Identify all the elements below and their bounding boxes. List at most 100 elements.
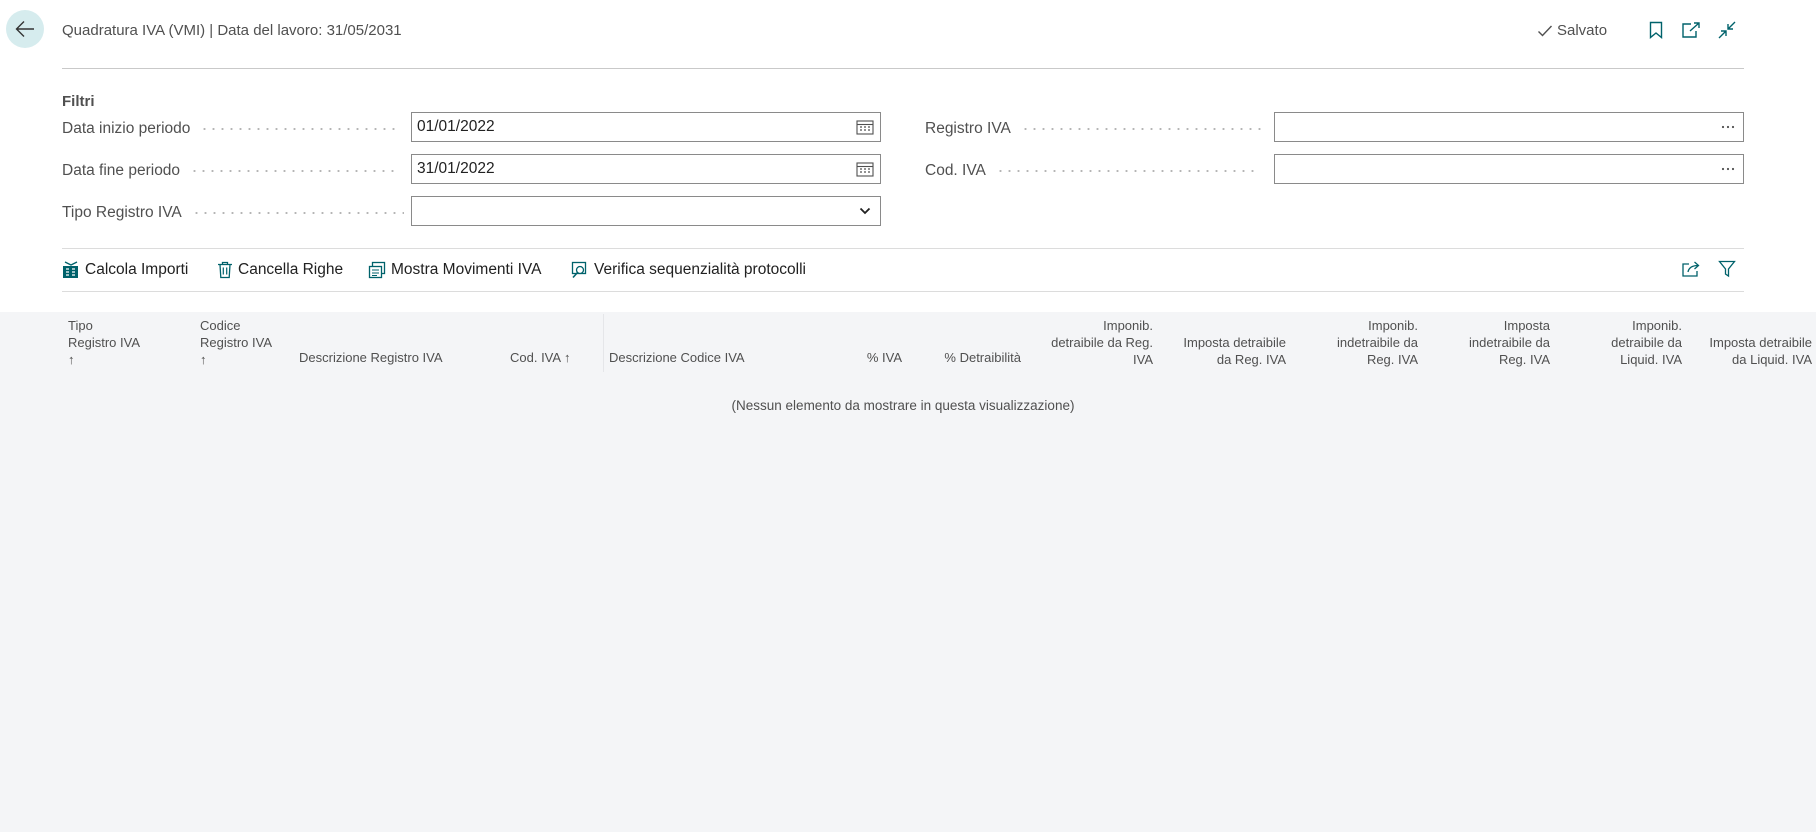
col-imposta-detraibile-liquid-iva[interactable]: Imposta detraibile da Liquid. IVA xyxy=(1690,334,1812,368)
action-bar-top-divider xyxy=(62,248,1744,249)
back-button[interactable] xyxy=(6,10,44,48)
arrow-left-icon xyxy=(15,21,34,37)
calendar-icon xyxy=(856,162,874,177)
tipo-registro-select[interactable] xyxy=(411,196,881,226)
col-perc-iva[interactable]: % IVA xyxy=(840,349,902,366)
leader-dots xyxy=(995,170,1260,172)
col-descrizione-registro-iva[interactable]: Descrizione Registro IVA xyxy=(299,349,443,366)
calendar-icon xyxy=(856,120,874,135)
sort-ascending-icon: ↑ xyxy=(68,352,75,367)
share-button[interactable] xyxy=(1680,258,1702,280)
cod-iva-label-text: Cod. IVA xyxy=(925,162,986,179)
col-imposta-detraibile-reg-iva[interactable]: Imposta detraibile da Reg. IVA xyxy=(1165,334,1286,368)
bookmark-icon xyxy=(1649,21,1663,39)
col-header-line: da Reg. IVA xyxy=(1216,352,1286,367)
data-inizio-label-text: Data inizio periodo xyxy=(62,120,191,137)
leader-dots xyxy=(200,128,396,130)
col-header-line: da Liquid. IVA xyxy=(1732,352,1812,367)
col-header-line: detraibile da Reg. xyxy=(1051,335,1153,350)
mostra-movimenti-iva-button[interactable]: Mostra Movimenti IVA xyxy=(368,258,541,282)
trash-icon xyxy=(218,261,232,279)
list-area xyxy=(0,312,1816,832)
cancella-righe-label: Cancella Righe xyxy=(238,261,344,278)
data-fine-label: Data fine periodo xyxy=(62,162,398,180)
col-header-line: Imponib. xyxy=(1368,318,1418,333)
col-descrizione-codice-iva[interactable]: Descrizione Codice IVA xyxy=(609,349,745,366)
leader-dots xyxy=(191,212,404,214)
share-icon xyxy=(1682,261,1700,277)
filter-button[interactable] xyxy=(1716,258,1738,280)
action-bar-bottom-divider xyxy=(62,291,1744,292)
cod-iva-label: Cod. IVA xyxy=(925,162,1260,180)
col-header-line: Imposta detraibile xyxy=(1183,335,1286,350)
col-imponib-detraibile-liquid-iva[interactable]: Imponib. detraibile da Liquid. IVA xyxy=(1569,317,1682,368)
tipo-registro-label-text: Tipo Registro IVA xyxy=(62,204,182,221)
mostra-movimenti-iva-label: Mostra Movimenti IVA xyxy=(391,261,542,278)
sort-ascending-icon: ↑ xyxy=(200,352,207,367)
checkmark-icon xyxy=(1538,25,1553,37)
data-fine-label-text: Data fine periodo xyxy=(62,162,181,179)
col-cod-iva[interactable]: Cod. IVA ↑ xyxy=(510,349,570,366)
chevron-down-icon xyxy=(859,207,871,215)
registro-iva-label: Registro IVA xyxy=(925,120,1265,138)
header-divider xyxy=(62,68,1744,69)
verifica-sequenzialita-button[interactable]: Verifica sequenzialità protocolli xyxy=(571,258,806,282)
page-title: Quadratura IVA (VMI) | Data del lavoro: … xyxy=(62,22,402,39)
col-perc-detraibilita[interactable]: % Detraibilità xyxy=(918,349,1021,366)
tipo-registro-label: Tipo Registro IVA xyxy=(62,204,404,222)
col-imponib-indetraibile-reg-iva[interactable]: Imponib. indetraibile da Reg. IVA xyxy=(1305,317,1418,368)
col-header-line: indetraibile da xyxy=(1469,335,1550,350)
col-header-line: detraibile da xyxy=(1611,335,1682,350)
data-fine-value: 31/01/2022 xyxy=(417,160,495,177)
data-fine-input[interactable]: 31/01/2022 xyxy=(411,154,881,184)
saved-label: Salvato xyxy=(1557,22,1608,39)
cod-iva-input[interactable] xyxy=(1274,154,1744,184)
verifica-sequenzialita-label: Verifica sequenzialità protocolli xyxy=(594,261,806,278)
collapse-icon xyxy=(1718,21,1736,39)
col-header-line: Descrizione Registro IVA xyxy=(299,350,443,365)
empty-list-message: (Nessun elemento da mostrare in questa v… xyxy=(731,398,1075,413)
col-tipo-registro-iva[interactable]: Tipo Registro IVA ↑ xyxy=(68,317,140,368)
verify-search-icon xyxy=(571,261,587,279)
dropdown-button[interactable] xyxy=(850,197,880,225)
column-separator xyxy=(603,314,604,372)
calculate-icon xyxy=(63,261,78,278)
col-header-line: Registro IVA xyxy=(200,335,273,350)
ellipsis-icon xyxy=(1721,125,1735,129)
data-inizio-label: Data inizio periodo xyxy=(62,120,396,138)
col-header-line: Imposta detraibile xyxy=(1709,335,1812,350)
ellipsis-icon xyxy=(1721,167,1735,171)
col-header-line: Imponib. xyxy=(1632,318,1682,333)
col-header-line: indetraibile da xyxy=(1337,335,1418,350)
data-inizio-input[interactable]: 01/01/2022 xyxy=(411,112,881,142)
col-imponib-detraibile-reg-iva[interactable]: Imponib. detraibile da Reg. IVA xyxy=(1040,317,1153,368)
col-header-line: Descrizione Codice IVA xyxy=(609,350,745,365)
col-header-line: Cod. IVA ↑ xyxy=(510,350,571,365)
col-imposta-indetraibile-reg-iva[interactable]: Imposta indetraibile da Reg. IVA xyxy=(1437,317,1550,368)
lookup-button[interactable] xyxy=(1713,113,1743,141)
show-entries-icon xyxy=(368,261,386,279)
col-header-line: % IVA xyxy=(866,350,902,365)
lookup-button[interactable] xyxy=(1713,155,1743,183)
calendar-button[interactable] xyxy=(850,155,880,183)
data-inizio-value: 01/01/2022 xyxy=(417,118,495,135)
col-header-line: Reg. IVA xyxy=(1366,352,1418,367)
saved-status: Salvato xyxy=(1537,22,1607,39)
open-new-window-button[interactable] xyxy=(1680,19,1702,41)
col-header-line: Imposta xyxy=(1503,318,1550,333)
col-header-line: Reg. IVA xyxy=(1498,352,1550,367)
bookmark-button[interactable] xyxy=(1645,19,1667,41)
filter-icon xyxy=(1718,260,1736,278)
calcola-importi-button[interactable]: Calcola Importi xyxy=(62,258,188,282)
leader-dots xyxy=(1020,128,1265,130)
col-header-line: Codice xyxy=(200,318,241,333)
col-header-line: Registro IVA xyxy=(68,335,141,350)
calendar-button[interactable] xyxy=(850,113,880,141)
registro-iva-label-text: Registro IVA xyxy=(925,120,1011,137)
col-codice-registro-iva[interactable]: Codice Registro IVA ↑ xyxy=(200,317,272,368)
filters-heading: Filtri xyxy=(62,93,95,110)
cancella-righe-button[interactable]: Cancella Righe xyxy=(217,258,343,282)
registro-iva-input[interactable] xyxy=(1274,112,1744,142)
col-header-line: Tipo xyxy=(68,318,93,333)
collapse-button[interactable] xyxy=(1716,19,1738,41)
